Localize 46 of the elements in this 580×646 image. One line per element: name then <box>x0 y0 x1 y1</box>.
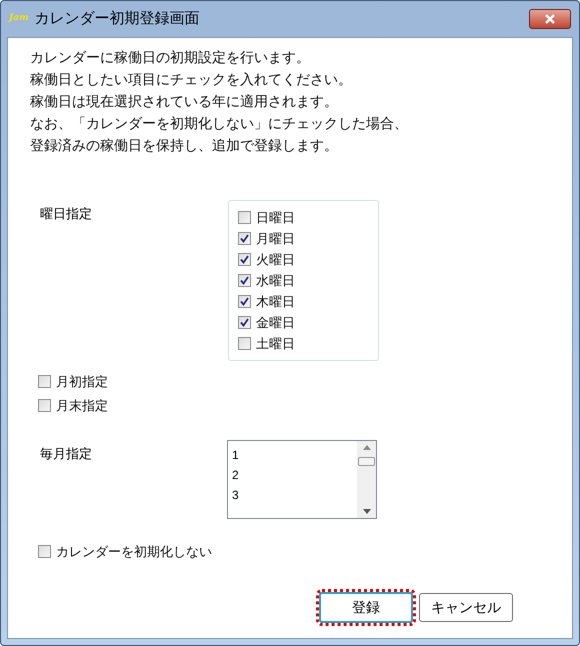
list-item[interactable]: 1 <box>232 445 357 465</box>
scrollbar[interactable] <box>357 441 376 518</box>
checkbox-option[interactable]: 月曜日 <box>238 228 378 249</box>
description-line: 稼働日としたい項目にチェックを入れてください。 <box>30 70 353 89</box>
checkbox[interactable] <box>38 545 51 558</box>
scroll-up-icon[interactable] <box>362 445 370 450</box>
description-line: カレンダーに稼働日の初期設定を行います。 <box>30 48 311 67</box>
checked-checkbox[interactable] <box>238 316 251 329</box>
checkbox-option[interactable]: 木曜日 <box>238 291 378 312</box>
checkbox-option[interactable]: 月初指定 <box>38 371 572 392</box>
close-icon <box>544 14 556 24</box>
checkbox-option[interactable]: 水曜日 <box>238 270 378 291</box>
monthly-label: 毎月指定 <box>40 445 93 463</box>
checkbox-option[interactable]: 日曜日 <box>238 207 378 228</box>
scroll-thumb[interactable] <box>358 457 375 466</box>
checkbox-option[interactable]: 金曜日 <box>238 312 378 333</box>
checkbox-option[interactable]: 土曜日 <box>238 333 378 354</box>
window-title: カレンダー初期登録画面 <box>34 8 200 29</box>
checkbox[interactable] <box>238 211 251 224</box>
cancel-button[interactable]: キャンセル <box>419 593 513 622</box>
check-icon <box>240 318 249 327</box>
check-icon <box>240 234 249 243</box>
checkbox-option[interactable]: 火曜日 <box>238 249 378 270</box>
check-icon <box>240 297 249 306</box>
list-item[interactable]: 3 <box>232 485 357 505</box>
checkbox[interactable] <box>238 337 251 350</box>
scroll-down-icon[interactable] <box>362 509 370 514</box>
list-item[interactable]: 2 <box>232 465 357 485</box>
description-line: 稼働日は現在選択されている年に適用されます。 <box>30 92 339 111</box>
app-logo: Jam <box>9 12 29 26</box>
checkbox[interactable] <box>38 399 51 412</box>
checkbox-option[interactable]: 月末指定 <box>38 395 572 416</box>
close-button[interactable] <box>529 9 571 29</box>
day-listbox[interactable]: 1 2 3 <box>227 440 377 519</box>
checked-checkbox[interactable] <box>238 253 251 266</box>
check-icon <box>240 255 249 264</box>
checkbox-option[interactable]: カレンダーを初期化しない <box>38 541 572 562</box>
checked-checkbox[interactable] <box>238 274 251 287</box>
checkbox[interactable] <box>38 375 51 388</box>
checked-checkbox[interactable] <box>238 232 251 245</box>
description-line: なお、「カレンダーを初期化しない」にチェックした場合、 <box>30 114 409 133</box>
weekday-label: 曜日指定 <box>40 205 93 223</box>
check-icon <box>240 276 249 285</box>
checked-checkbox[interactable] <box>238 295 251 308</box>
register-button[interactable]: 登録 <box>319 592 413 623</box>
description-line: 登録済みの稼働日を保持し、追加で登録します。 <box>30 136 339 155</box>
